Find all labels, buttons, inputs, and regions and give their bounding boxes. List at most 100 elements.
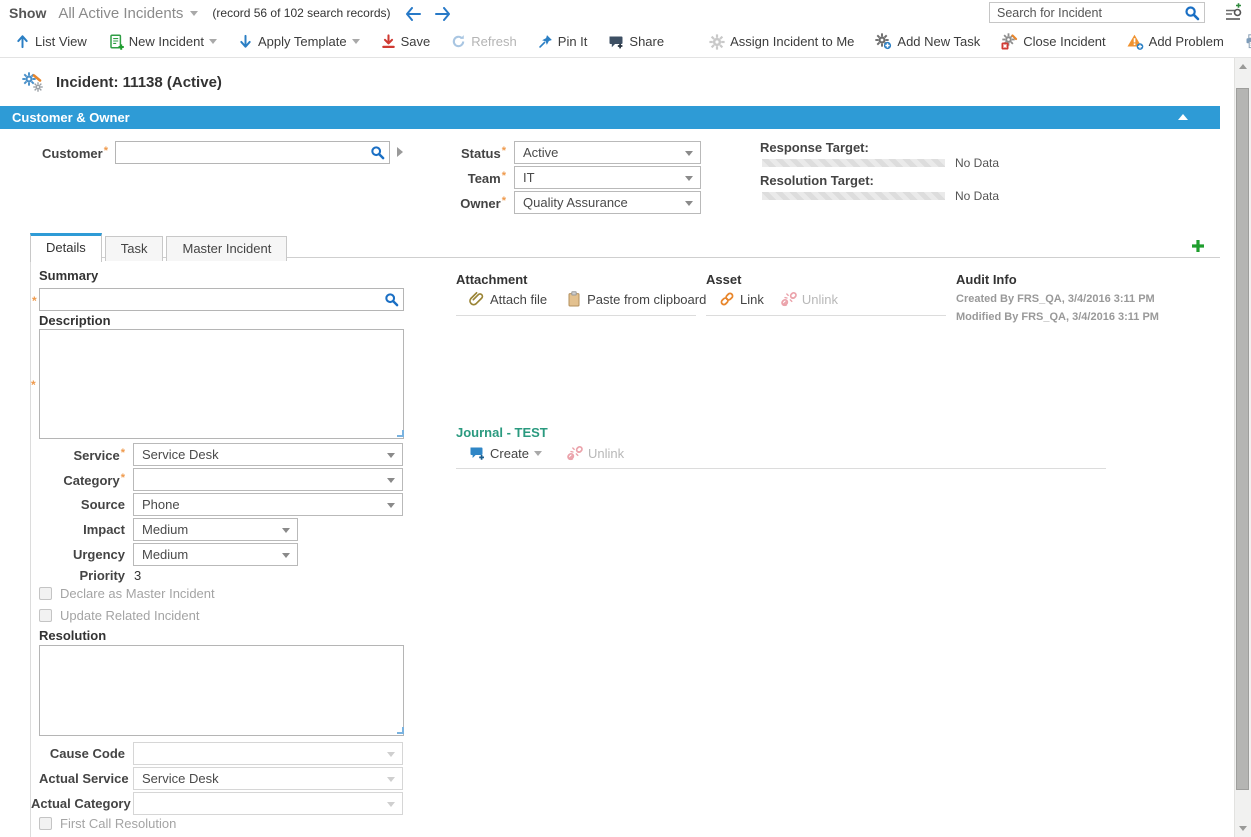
search-input[interactable] <box>997 6 1184 20</box>
asset-unlink-button[interactable]: Unlink <box>781 291 838 307</box>
summary-required-star: * <box>32 294 37 308</box>
paste-from-clipboard-button[interactable]: Paste from clipboard <box>566 291 706 307</box>
urgency-label: Urgency <box>39 547 125 562</box>
chevron-down-icon <box>190 11 198 16</box>
tab-master-incident[interactable]: Master Incident <box>166 236 287 261</box>
resolution-textarea[interactable] <box>39 645 404 736</box>
update-related-checkbox[interactable] <box>39 609 52 622</box>
resolution-target-label: Resolution Target: <box>760 173 874 188</box>
description-textarea[interactable] <box>39 329 404 439</box>
link-icon <box>719 291 735 307</box>
scroll-down-button[interactable] <box>1235 820 1251 837</box>
chevron-down-icon <box>387 752 395 757</box>
category-select[interactable] <box>133 468 403 491</box>
share-button[interactable]: Share <box>608 34 664 49</box>
chevron-down-icon <box>685 176 693 181</box>
journal-unlink-button[interactable]: Unlink <box>567 445 624 461</box>
expand-arrow-icon[interactable] <box>397 147 403 157</box>
scrollbar-thumb[interactable] <box>1236 88 1249 790</box>
first-call-label: First Call Resolution <box>60 816 176 831</box>
journal-title: Journal - TEST <box>456 425 548 440</box>
audit-info-title: Audit Info <box>956 272 1017 287</box>
description-label: Description <box>39 313 111 328</box>
unlink-icon <box>567 445 583 461</box>
impact-label: Impact <box>39 522 125 537</box>
source-select[interactable]: Phone <box>133 493 403 516</box>
audit-created: Created By FRS_QA, 3/4/2016 3:11 PM <box>956 293 1155 305</box>
actual-category-select[interactable] <box>133 792 403 815</box>
search-icon[interactable] <box>1184 5 1200 21</box>
chevron-down-icon <box>387 453 395 458</box>
refresh-button[interactable]: Refresh <box>451 34 517 49</box>
priority-value: 3 <box>134 568 141 583</box>
actual-service-select[interactable]: Service Desk <box>133 767 403 790</box>
incident-search-box <box>989 2 1205 23</box>
new-incident-button[interactable]: New Incident <box>108 34 217 50</box>
close-incident-button[interactable]: Close Incident <box>1001 33 1105 50</box>
first-call-checkbox[interactable] <box>39 817 52 830</box>
vertical-scrollbar[interactable] <box>1234 58 1251 837</box>
clipboard-icon <box>566 291 582 307</box>
search-icon[interactable] <box>384 292 399 307</box>
urgency-select[interactable]: Medium <box>133 543 298 566</box>
service-select[interactable]: Service Desk <box>133 443 403 466</box>
team-select[interactable]: IT <box>514 166 701 189</box>
section-title: Customer & Owner <box>12 110 130 125</box>
impact-select[interactable]: Medium <box>133 518 298 541</box>
collapse-arrow-icon[interactable] <box>1178 114 1188 120</box>
arrow-right-icon <box>436 8 449 20</box>
gear-close-icon <box>1001 33 1018 50</box>
owner-select[interactable]: Quality Assurance <box>514 191 701 214</box>
apply-template-button[interactable]: Apply Template <box>238 34 360 49</box>
customer-label: Customer <box>36 145 108 161</box>
actual-service-label: Actual Service <box>39 771 125 786</box>
add-new-task-button[interactable]: Add New Task <box>875 33 980 50</box>
arrow-left-icon <box>407 8 420 20</box>
arrow-up-icon <box>15 34 30 49</box>
gear-icon <box>709 34 725 50</box>
customer-owner-section-header[interactable]: Customer & Owner <box>0 106 1220 129</box>
share-icon <box>608 34 624 49</box>
show-label: Show <box>9 5 46 21</box>
advanced-search-button[interactable] <box>1224 3 1243 22</box>
list-view-button[interactable]: List View <box>15 34 87 49</box>
cause-code-select[interactable] <box>133 742 403 765</box>
customer-input[interactable] <box>123 145 370 160</box>
actual-category-label: Actual Category <box>31 796 125 811</box>
add-problem-button[interactable]: Add Problem <box>1127 34 1224 50</box>
scroll-up-button[interactable] <box>1235 58 1251 75</box>
previous-record-button[interactable] <box>405 5 421 22</box>
refresh-icon <box>451 34 466 49</box>
journal-create-button[interactable]: Create <box>469 446 542 461</box>
tab-details[interactable]: Details <box>30 233 102 262</box>
tab-task[interactable]: Task <box>105 236 164 261</box>
cause-code-label: Cause Code <box>39 746 125 761</box>
resize-grip-icon[interactable] <box>397 430 404 437</box>
view-selector-dropdown[interactable]: All Active Incidents <box>58 5 198 22</box>
owner-label: Owner <box>420 195 506 211</box>
add-tab-button[interactable] <box>1190 237 1206 255</box>
next-record-button[interactable] <box>435 5 451 22</box>
update-related-incident-checkbox-row: Update Related Incident <box>39 608 199 623</box>
action-toolbar: List View New Incident Apply Template Sa… <box>0 26 1251 58</box>
declare-master-checkbox[interactable] <box>39 587 52 600</box>
search-icon[interactable] <box>370 145 385 160</box>
save-button[interactable]: Save <box>381 34 431 49</box>
asset-link-button[interactable]: Link <box>719 291 764 307</box>
summary-input[interactable] <box>47 292 384 307</box>
declare-master-incident-checkbox-row: Declare as Master Incident <box>39 586 215 601</box>
pin-it-button[interactable]: Pin It <box>538 34 588 49</box>
category-label: Category <box>39 472 125 488</box>
attach-file-button[interactable]: Attach file <box>469 291 547 307</box>
chevron-down-icon <box>387 777 395 782</box>
unlink-icon <box>781 291 797 307</box>
audit-modified: Modified By FRS_QA, 3/4/2016 3:11 PM <box>956 311 1159 323</box>
assign-incident-to-me-button[interactable]: Assign Incident to Me <box>709 34 854 50</box>
resize-grip-icon[interactable] <box>397 727 404 734</box>
status-select[interactable]: Active <box>514 141 701 164</box>
source-label: Source <box>39 497 125 512</box>
new-incident-icon <box>108 34 124 50</box>
asset-divider <box>706 315 946 316</box>
print-incident-button[interactable]: Print Incident <box>1245 34 1251 49</box>
top-record-bar: Show All Active Incidents (record 56 of … <box>0 0 1251 26</box>
